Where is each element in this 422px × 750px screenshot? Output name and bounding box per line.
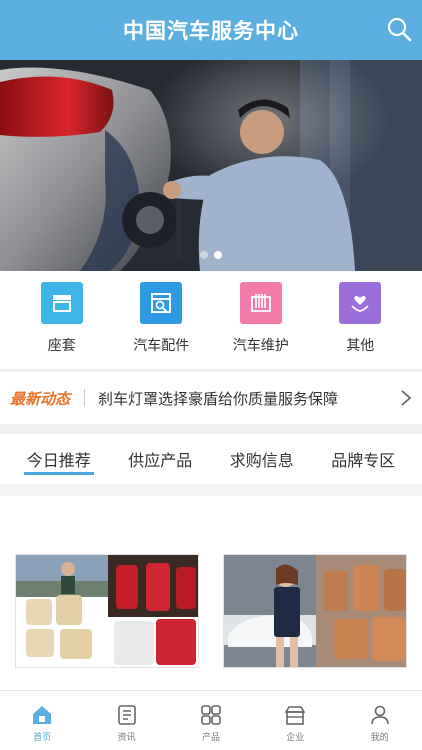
news-badge: 最新动态 <box>10 389 71 408</box>
page-title: 中国汽车服务中心 <box>123 19 299 43</box>
tab-brand-zone[interactable]: 品牌专区 <box>331 434 395 484</box>
tabbar-products[interactable]: 产品 <box>181 703 241 743</box>
news-ticker[interactable]: 最新动态 刹车灯罩选择豪盾给你质量服务保障 <box>0 372 422 424</box>
category-label: 其他 <box>346 338 375 354</box>
news-icon <box>117 705 136 725</box>
category-nav: 座套 汽车配件 汽车维护 其他 <box>0 271 422 369</box>
tabbar-label: 企业 <box>286 733 305 743</box>
app-header: 中国汽车服务中心 <box>0 0 422 60</box>
tab-supply-products[interactable]: 供应产品 <box>128 434 192 484</box>
category-seat-cover[interactable]: 座套 <box>17 282 107 369</box>
product-image <box>224 555 406 667</box>
tabbar-home[interactable]: 首页 <box>12 703 72 743</box>
carousel-dot-active[interactable] <box>214 251 222 259</box>
content-tabs: 今日推荐 供应产品 求购信息 品牌专区 <box>0 434 422 484</box>
carousel-indicator <box>0 251 422 259</box>
bottom-tabbar: 首页 资讯 产品 企业 我的 <box>0 690 422 750</box>
category-auto-parts[interactable]: 汽车配件 <box>116 282 206 369</box>
product-card[interactable] <box>15 554 199 668</box>
category-label: 座套 <box>47 338 76 354</box>
news-headline[interactable]: 刹车灯罩选择豪盾给你质量服务保障 <box>98 388 396 409</box>
search-icon[interactable] <box>386 16 412 42</box>
tab-today-recommend[interactable]: 今日推荐 <box>23 434 94 484</box>
parts-search-icon <box>140 282 183 324</box>
category-maintenance[interactable]: 汽车维护 <box>216 282 306 369</box>
tab-purchase-info[interactable]: 求购信息 <box>230 434 294 484</box>
user-icon <box>370 705 389 725</box>
home-icon <box>33 706 52 724</box>
tabbar-label: 资讯 <box>117 733 136 743</box>
heart-hand-icon <box>339 282 382 324</box>
seat-cover-icon <box>40 282 83 324</box>
chevron-right-icon[interactable] <box>396 388 416 408</box>
carousel-dot[interactable] <box>200 251 208 259</box>
category-label: 汽车维护 <box>232 338 289 354</box>
tabbar-label: 我的 <box>370 733 389 743</box>
banner-image <box>0 60 422 271</box>
category-label: 汽车配件 <box>133 338 190 354</box>
product-list <box>0 496 422 690</box>
product-image <box>16 555 198 667</box>
divider <box>0 424 422 434</box>
tabbar-mine[interactable]: 我的 <box>350 703 410 743</box>
tabbar-label: 产品 <box>201 733 220 743</box>
banner-carousel[interactable] <box>0 60 422 271</box>
grid-icon <box>201 705 221 725</box>
maintenance-icon <box>239 282 282 324</box>
divider <box>0 484 422 496</box>
building-icon <box>284 706 306 725</box>
tabbar-label: 首页 <box>33 733 52 743</box>
tabbar-enterprise[interactable]: 企业 <box>265 703 325 743</box>
tabbar-news[interactable]: 资讯 <box>97 703 157 743</box>
category-other[interactable]: 其他 <box>315 282 405 369</box>
divider <box>84 389 86 407</box>
product-card[interactable] <box>223 554 407 668</box>
